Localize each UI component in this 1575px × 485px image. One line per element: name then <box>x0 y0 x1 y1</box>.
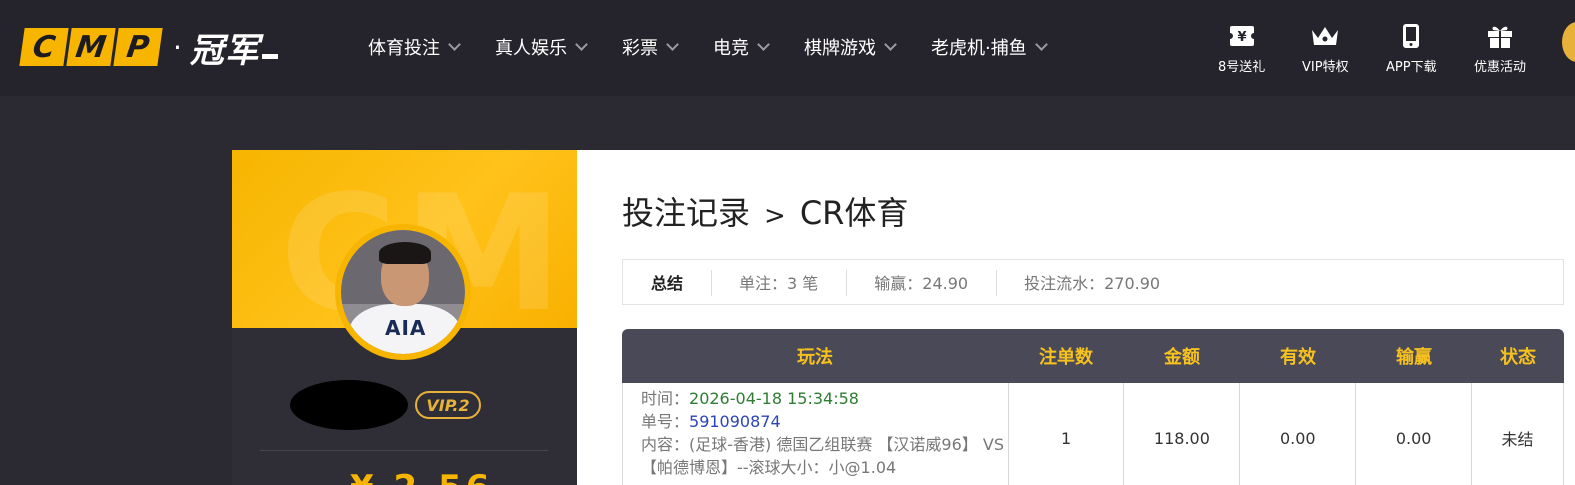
bet-order-line: 单号：591090874 <box>641 410 781 433</box>
chevron-down-icon <box>448 37 461 51</box>
summary-turnover: 投注流水：270.90 <box>996 260 1188 304</box>
chevron-down-icon <box>884 37 897 51</box>
brand-logo[interactable]: C M P · 冠军 <box>19 27 278 71</box>
logo-letter-c: C <box>19 28 69 66</box>
avatar[interactable]: AIA <box>335 224 471 360</box>
cell-valid: 0.00 <box>1240 383 1357 485</box>
logo-dot: · <box>173 30 182 64</box>
nav-item-card-games[interactable]: 棋牌游戏 <box>804 30 897 64</box>
bet-time-label: 时间： <box>641 389 690 408</box>
column-header-valid: 有效 <box>1280 347 1316 368</box>
bet-order-number[interactable]: 591090874 <box>689 412 781 431</box>
logo-letter-p: P <box>113 28 163 66</box>
crown-icon <box>1310 22 1340 50</box>
logo-letters: C M P <box>19 28 163 66</box>
bet-time: 2026-04-18 15:34:58 <box>689 389 859 408</box>
nav-item-label: 彩票 <box>622 38 658 59</box>
column-header-status: 状态 <box>1500 347 1536 368</box>
bet-summary: 总结 单注：3 笔 输赢：24.90 投注流水：270.90 <box>622 259 1564 305</box>
cell-amount: 118.00 <box>1124 383 1241 485</box>
avatar-shirt-text: AIA <box>385 316 427 340</box>
chevron-down-icon <box>757 37 770 51</box>
column-header-count: 注单数 <box>1039 347 1093 368</box>
breadcrumb-separator: > <box>764 201 786 231</box>
summary-title: 总结 <box>651 274 684 293</box>
quick-link-label: 8号送礼 <box>1218 60 1266 75</box>
cell-play-details: 时间：2026-04-18 15:34:58 单号：591090874 内容：(… <box>623 383 1009 485</box>
nav-item-label: 真人娱乐 <box>495 38 567 59</box>
column-header-play: 玩法 <box>797 347 833 368</box>
quick-link-label: VIP特权 <box>1302 60 1349 75</box>
cell-status: 未结 <box>1472 383 1564 485</box>
svg-text:¥: ¥ <box>1237 30 1246 45</box>
quick-link-gift-8[interactable]: ¥ 8号送礼 <box>1218 22 1265 75</box>
profile-card: CMP AIA VIP.2 ¥ 2.56 <box>232 150 577 485</box>
bet-time-line: 时间：2026-04-18 15:34:58 <box>641 387 859 410</box>
logo-name: 冠军 <box>189 30 260 71</box>
quick-link-label: 优惠活动 <box>1474 60 1527 75</box>
quick-link-app-download[interactable]: APP下载 <box>1386 22 1437 75</box>
quick-link-label: APP下载 <box>1386 60 1437 75</box>
summary-single-bets: 单注：3 笔 <box>711 260 846 304</box>
quick-link-vip[interactable]: VIP特权 <box>1302 22 1349 75</box>
nav-item-sports[interactable]: 体育投注 <box>368 30 461 64</box>
summary-win-loss: 输赢：24.90 <box>846 260 996 304</box>
cell-win-loss: 0.00 <box>1356 383 1473 485</box>
breadcrumb: 投注记录 > CR体育 <box>622 188 908 234</box>
top-navigation-bar: C M P · 冠军 体育投注 真人娱乐 彩票 电竞 棋牌游戏 老虎机·捕鱼 ¥… <box>0 0 1575 96</box>
bet-records-table: 玩法 注单数 金额 有效 输赢 状态 时间：2026-04-18 15:34:5… <box>622 329 1564 485</box>
redacted-username <box>290 380 408 430</box>
gift-icon <box>1486 22 1514 50</box>
nav-item-slots-fishing[interactable]: 老虎机·捕鱼 <box>931 30 1048 64</box>
breadcrumb-parent[interactable]: 投注记录 <box>622 194 750 232</box>
column-header-amount: 金额 <box>1164 347 1200 368</box>
table-row[interactable]: 时间：2026-04-18 15:34:58 单号：591090874 内容：(… <box>622 383 1564 485</box>
bet-order-label: 单号： <box>641 412 690 431</box>
main-content: 投注记录 > CR体育 总结 单注：3 笔 输赢：24.90 投注流水：270.90… <box>577 150 1575 485</box>
chevron-down-icon <box>1034 37 1048 51</box>
ticket-yen-icon: ¥ <box>1228 22 1255 50</box>
nav-item-label: 电竞 <box>713 38 749 59</box>
avatar-photo: AIA <box>341 230 465 354</box>
column-header-win-loss: 输赢 <box>1396 347 1432 368</box>
table-header: 玩法 注单数 金额 有效 输赢 状态 <box>622 329 1564 383</box>
vip-badge[interactable]: VIP.2 <box>415 391 481 419</box>
quick-link-promotions[interactable]: 优惠活动 <box>1474 22 1526 75</box>
logo-underline <box>261 54 278 59</box>
cell-count: 1 <box>1009 383 1125 485</box>
nav-item-label: 体育投注 <box>368 38 440 59</box>
chevron-down-icon <box>666 37 679 51</box>
nav-item-lottery[interactable]: 彩票 <box>622 30 679 64</box>
chevron-down-icon <box>575 37 588 51</box>
nav-item-esports[interactable]: 电竞 <box>713 30 770 64</box>
nav-item-label: 棋牌游戏 <box>804 38 876 59</box>
profile-divider <box>260 450 548 451</box>
main-nav: 体育投注 真人娱乐 彩票 电竞 棋牌游戏 老虎机·捕鱼 <box>368 30 1082 64</box>
account-balance: ¥ 2.56 <box>350 468 493 485</box>
bet-content-line-2: 【帕德博恩】--滚球大小：小@1.04 <box>641 458 897 477</box>
logo-letter-m: M <box>66 28 116 66</box>
nav-item-label: 老虎机·捕鱼 <box>931 38 1027 59</box>
bet-content-line-1: 内容：(足球-香港) 德国乙组联赛 【汉诺威96】 VS <box>641 435 1004 454</box>
phone-icon <box>1401 22 1421 50</box>
breadcrumb-current: CR体育 <box>799 194 909 232</box>
user-avatar-small[interactable] <box>1562 22 1575 62</box>
nav-item-live-casino[interactable]: 真人娱乐 <box>495 30 588 64</box>
